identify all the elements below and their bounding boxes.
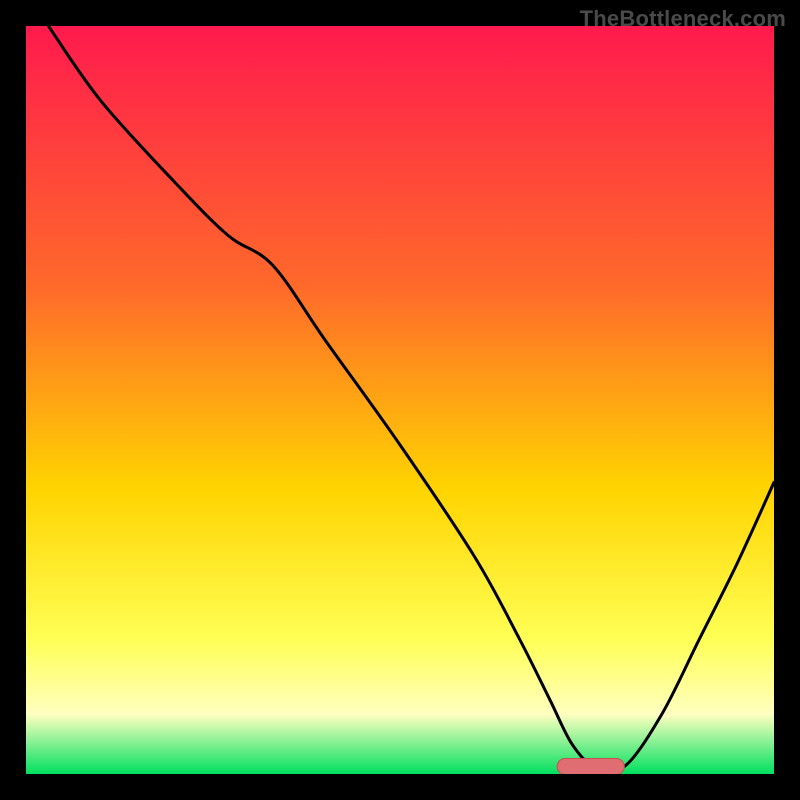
chart-frame: TheBottleneck.com [0, 0, 800, 800]
gradient-background [26, 26, 774, 774]
plot-area [26, 26, 774, 774]
optimal-marker [557, 759, 624, 775]
plot-svg [26, 26, 774, 774]
